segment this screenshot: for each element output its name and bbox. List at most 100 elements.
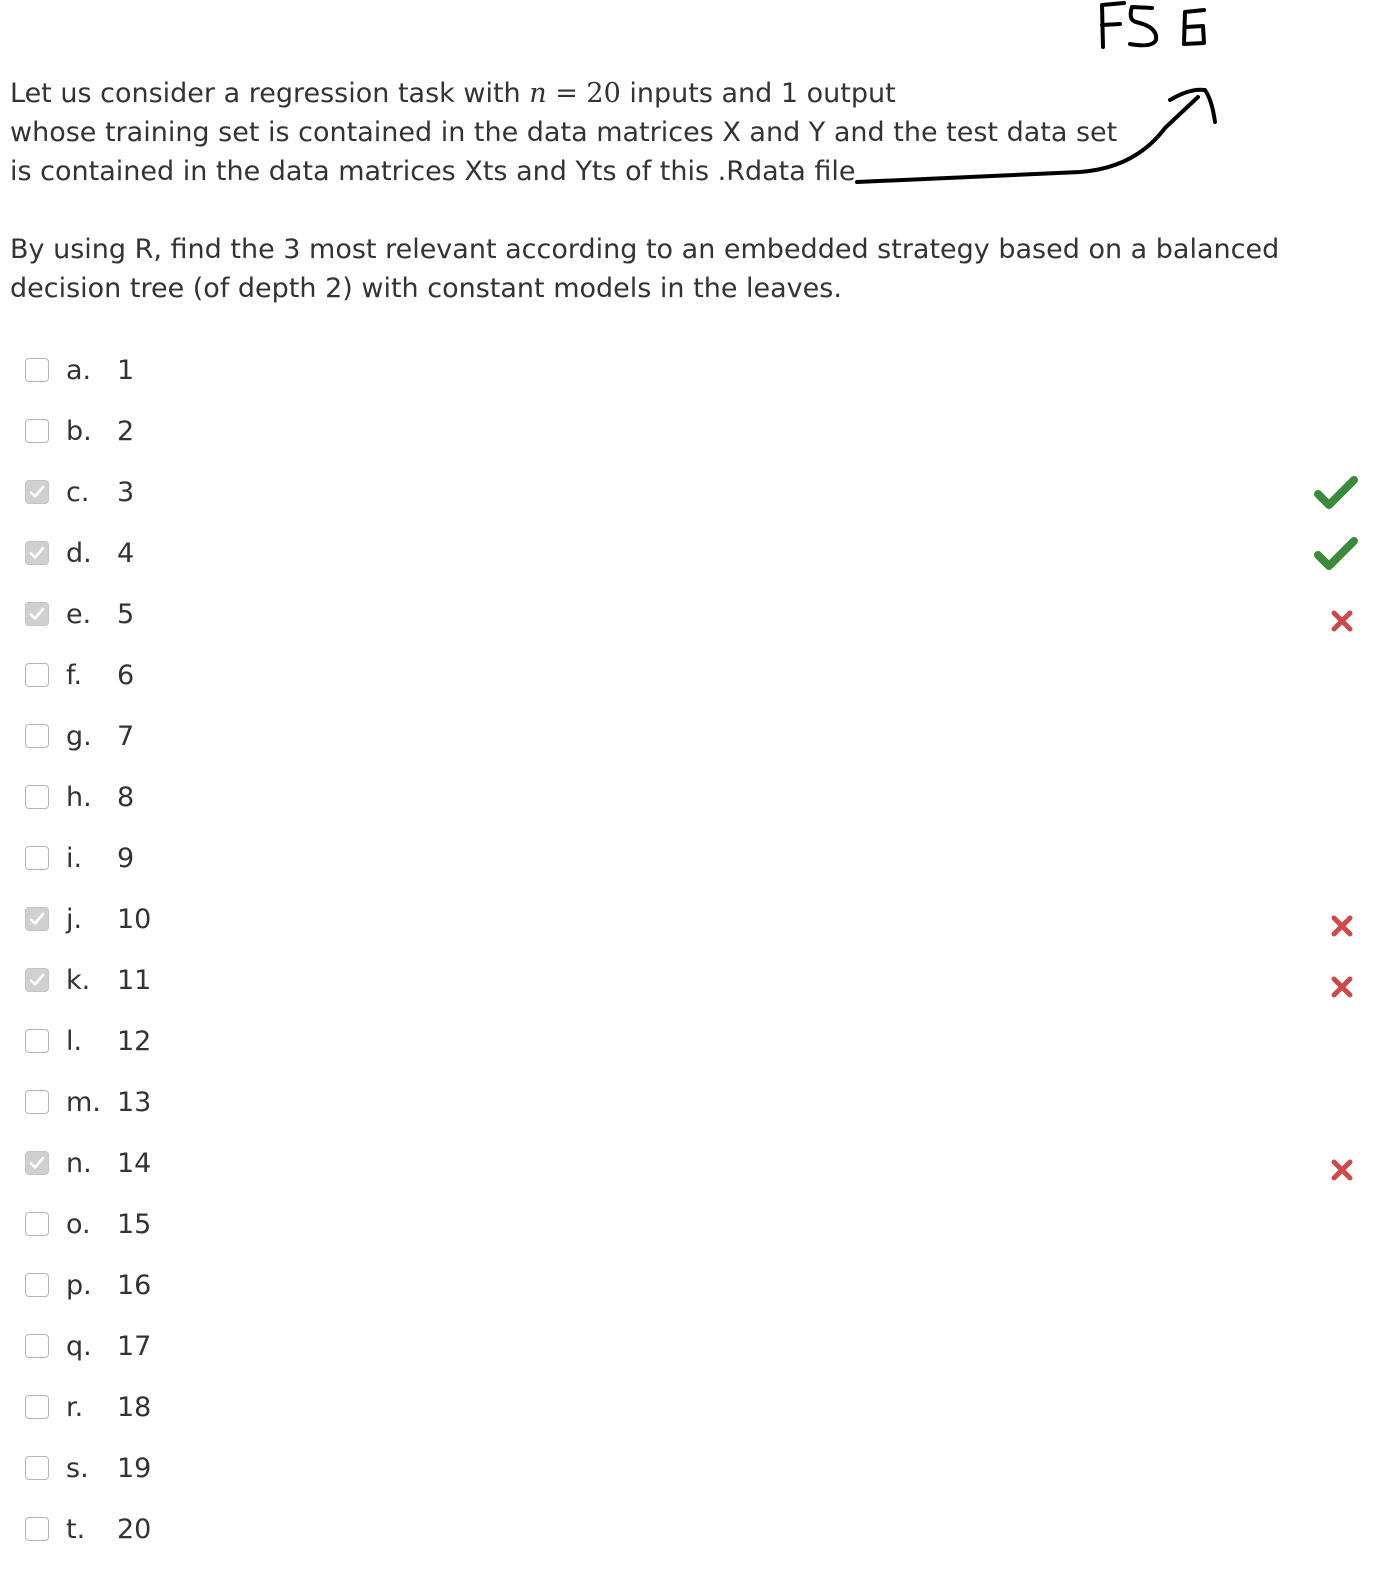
answer-option-value: 12 [117,1026,152,1057]
cross-mark-icon [1331,1159,1353,1181]
answer-option-value: 19 [117,1453,152,1484]
math-operator: = [546,78,587,109]
answer-option[interactable]: o. 15 [0,1195,1389,1256]
answer-option-letter: f. [66,660,83,691]
answer-option-letter: c. [66,477,90,508]
answer-options: a. 1 b. 2 c. 3 d. 4 e. 5 f. 6 g. 7 h. 8 i. 9 j. 10 k. 11 l. 12 m… [0,341,1389,1561]
math-expression: n = 20 [529,78,621,109]
answer-option-value: 9 [117,843,135,874]
answer-checkbox[interactable] [25,419,49,443]
answer-option[interactable]: f. 6 [0,646,1389,707]
answer-option-letter: r. [66,1392,84,1423]
cross-mark-icon [1331,915,1353,937]
answer-option[interactable]: p. 16 [0,1256,1389,1317]
answer-option-value: 15 [117,1209,152,1240]
question-text-segment: Let us consider a regression task with [10,78,530,109]
question-text-segment: inputs and 1 output [620,78,896,109]
answer-option-letter: q. [66,1331,92,1362]
answer-option-value: 3 [117,477,135,508]
checkbox-tick-icon [29,485,45,498]
answer-option[interactable]: c. 3 [0,463,1389,524]
question-instruction-line-2: decision tree (of depth 2) with constant… [10,273,842,304]
answer-option-letter: p. [66,1270,92,1301]
answer-option[interactable]: d. 4 [0,524,1389,585]
answer-checkbox[interactable] [25,602,49,626]
answer-option[interactable]: g. 7 [0,707,1389,768]
question-line-3: is contained in the data matrices Xts an… [10,156,856,187]
answer-option-value: 8 [117,782,135,813]
answer-option-value: 10 [117,904,152,935]
answer-checkbox[interactable] [25,907,49,931]
answer-option[interactable]: l. 12 [0,1012,1389,1073]
answer-option-value: 18 [117,1392,152,1423]
answer-option-value: 11 [117,965,152,996]
question-instruction-line-1: By using R, find the 3 most relevant acc… [10,234,1280,265]
check-mark-icon [1314,476,1358,509]
cross-mark-icon [1331,976,1353,998]
answer-option[interactable]: t. 20 [0,1500,1389,1561]
answer-option-letter: n. [66,1148,92,1179]
answer-checkbox[interactable] [25,1273,49,1297]
answer-option[interactable]: h. 8 [0,768,1389,829]
checkbox-tick-icon [29,607,45,620]
answer-option-letter: a. [66,355,92,386]
math-variable: n [529,78,547,109]
answer-option-letter: o. [66,1209,91,1240]
answer-option-value: 4 [117,538,135,569]
answer-checkbox[interactable] [25,968,49,992]
answer-checkbox[interactable] [25,1456,49,1480]
answer-checkbox[interactable] [25,541,49,565]
checkbox-tick-icon [29,973,45,986]
answer-option[interactable]: k. 11 [0,951,1389,1012]
answer-option[interactable]: b. 2 [0,402,1389,463]
answer-option-value: 6 [117,660,135,691]
answer-option[interactable]: r. 18 [0,1378,1389,1439]
question-line-1: Let us consider a regression task with n… [10,74,1330,113]
question-text: Let us consider a regression task with n… [10,74,1330,308]
answer-option-letter: g. [66,721,92,752]
answer-checkbox[interactable] [25,724,49,748]
answer-option[interactable]: e. 5 [0,585,1389,646]
answer-checkbox[interactable] [25,1090,49,1114]
answer-checkbox[interactable] [25,1517,49,1541]
answer-option[interactable]: s. 19 [0,1439,1389,1500]
checkbox-tick-icon [29,1156,45,1169]
answer-option-letter: b. [66,416,92,447]
answer-option-letter: d. [66,538,92,569]
answer-option[interactable]: n. 14 [0,1134,1389,1195]
answer-option[interactable]: a. 1 [0,341,1389,402]
answer-checkbox[interactable] [25,1334,49,1358]
answer-checkbox[interactable] [25,358,49,382]
answer-option-value: 7 [117,721,135,752]
answer-checkbox[interactable] [25,1151,49,1175]
cross-mark-icon [1331,610,1353,632]
answer-checkbox[interactable] [25,663,49,687]
checkbox-tick-icon [29,912,45,925]
answer-checkbox[interactable] [25,1395,49,1419]
answer-checkbox[interactable] [25,846,49,870]
answer-option-letter: i. [66,843,83,874]
answer-option[interactable]: q. 17 [0,1317,1389,1378]
check-mark-icon [1314,537,1358,570]
answer-option-value: 13 [117,1087,152,1118]
answer-option-letter: j. [66,904,83,935]
answer-option[interactable]: j. 10 [0,890,1389,951]
checkbox-tick-icon [29,546,45,559]
answer-option-value: 16 [117,1270,152,1301]
answer-checkbox[interactable] [25,480,49,504]
answer-checkbox[interactable] [25,1029,49,1053]
answer-option-letter: l. [66,1026,83,1057]
answer-option-letter: t. [66,1514,86,1545]
answer-option-value: 17 [117,1331,152,1362]
answer-option[interactable]: m. 13 [0,1073,1389,1134]
answer-option-value: 14 [117,1148,152,1179]
answer-option[interactable]: i. 9 [0,829,1389,890]
answer-option-letter: s. [66,1453,89,1484]
answer-checkbox[interactable] [25,1212,49,1236]
answer-option-letter: k. [66,965,91,996]
answer-option-value: 2 [117,416,135,447]
answer-option-letter: h. [66,782,92,813]
math-number: 20 [586,78,621,109]
answer-checkbox[interactable] [25,785,49,809]
question-line-2: whose training set is contained in the d… [10,117,1118,148]
